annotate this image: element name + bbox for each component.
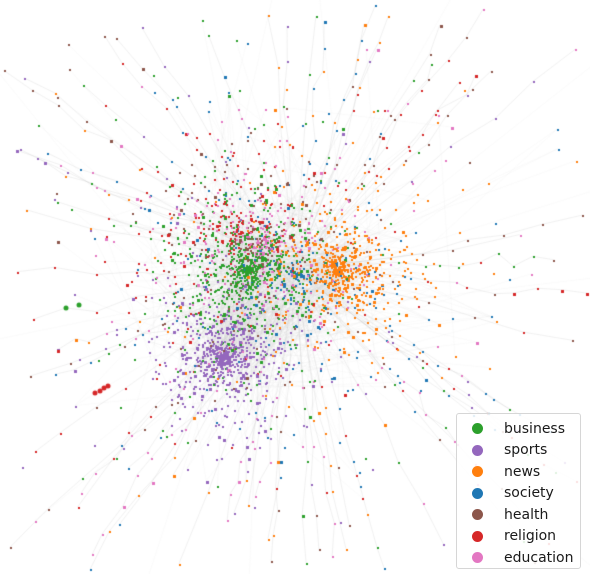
legend-item-news: news — [457, 461, 580, 483]
legend-marker-icon — [472, 466, 483, 478]
legend-label: business — [504, 420, 566, 437]
legend-item-health: health — [457, 504, 580, 526]
legend-marker-icon — [472, 444, 483, 456]
legend-label: news — [504, 463, 541, 480]
legend-label: sports — [504, 442, 548, 459]
legend-item-society: society — [457, 483, 580, 505]
legend-item-sports: sports — [457, 440, 580, 462]
legend-item-education: education — [457, 547, 580, 569]
legend-item-business: business — [457, 418, 580, 440]
legend-marker-icon — [472, 530, 483, 542]
legend-label: education — [504, 549, 574, 566]
legend-marker-icon — [472, 509, 483, 521]
legend-item-religion: religion — [457, 526, 580, 548]
legend-marker-icon — [472, 487, 483, 499]
legend-label: religion — [504, 528, 557, 545]
legend-marker-icon — [472, 552, 483, 564]
legend-label: society — [504, 485, 554, 502]
legend-marker-icon — [472, 423, 483, 435]
legend-label: health — [504, 506, 549, 523]
legend: business sports news society health reli… — [456, 413, 581, 569]
